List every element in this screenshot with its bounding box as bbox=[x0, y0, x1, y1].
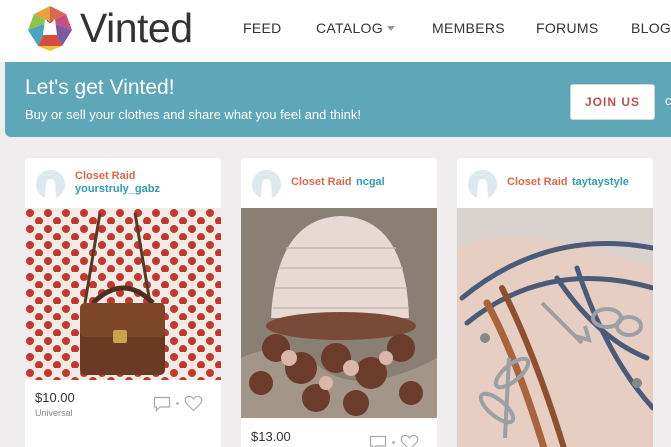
banner-subtitle: Buy or sell your clothes and share what … bbox=[25, 107, 362, 122]
item-size: Universal bbox=[35, 408, 73, 418]
heart-icon[interactable] bbox=[184, 395, 203, 412]
item-price: $10.00 bbox=[35, 390, 75, 405]
nav-feed[interactable]: FEED bbox=[243, 20, 282, 36]
item-card[interactable]: Closet Raid taytaystyle bbox=[457, 158, 653, 447]
item-card[interactable]: Closet Raid ncgal $13.00 bbox=[241, 158, 437, 447]
banner-cut-text: c bbox=[665, 93, 671, 108]
nav-blog[interactable]: BLOG bbox=[631, 20, 671, 36]
comment-icon[interactable] bbox=[153, 396, 171, 412]
comment-icon[interactable] bbox=[369, 435, 387, 447]
avatar-icon[interactable] bbox=[468, 170, 497, 199]
nav-catalog-label: CATALOG bbox=[316, 20, 383, 36]
item-photo-handbag[interactable] bbox=[25, 208, 221, 380]
card-header: Closet Raid yourstruly_gabz bbox=[25, 158, 221, 208]
card-header: Closet Raid taytaystyle bbox=[457, 158, 653, 208]
vinted-logo-icon bbox=[28, 6, 72, 51]
item-photo-bracelets[interactable] bbox=[457, 208, 653, 447]
card-brand[interactable]: Closet Raid bbox=[75, 170, 136, 182]
item-photo-hat[interactable] bbox=[241, 208, 437, 418]
item-price: $13.00 bbox=[251, 429, 291, 444]
avatar-icon[interactable] bbox=[36, 170, 65, 199]
top-header: Vinted FEED CATALOG MEMBERS FORUMS BLOG bbox=[0, 0, 671, 62]
join-us-button[interactable]: JOIN US bbox=[570, 84, 655, 120]
vinted-logo[interactable]: Vinted bbox=[26, 4, 193, 52]
card-brand[interactable]: Closet Raid bbox=[507, 176, 568, 188]
card-username[interactable]: taytaystyle bbox=[572, 176, 629, 188]
card-brand[interactable]: Closet Raid bbox=[291, 176, 352, 188]
card-actions bbox=[369, 434, 419, 447]
banner-title: Let's get Vinted! bbox=[25, 76, 175, 99]
avatar-icon[interactable] bbox=[252, 170, 281, 199]
card-username[interactable]: ncgal bbox=[356, 176, 385, 188]
card-actions bbox=[153, 395, 203, 412]
item-card[interactable]: Closet Raid yourstruly_gabz $10.00 Unive… bbox=[25, 158, 221, 447]
nav-forums[interactable]: FORUMS bbox=[536, 20, 598, 36]
separator-dot bbox=[176, 402, 179, 405]
nav-catalog[interactable]: CATALOG bbox=[316, 20, 395, 36]
nav-members[interactable]: MEMBERS bbox=[432, 20, 505, 36]
card-header: Closet Raid ncgal bbox=[241, 158, 437, 208]
chevron-down-icon bbox=[386, 25, 395, 31]
heart-icon[interactable] bbox=[400, 434, 419, 447]
signup-banner: Let's get Vinted! Buy or sell your cloth… bbox=[5, 62, 671, 137]
card-username[interactable]: yourstruly_gabz bbox=[75, 183, 160, 195]
separator-dot bbox=[392, 441, 395, 444]
logo-text: Vinted bbox=[80, 4, 193, 51]
